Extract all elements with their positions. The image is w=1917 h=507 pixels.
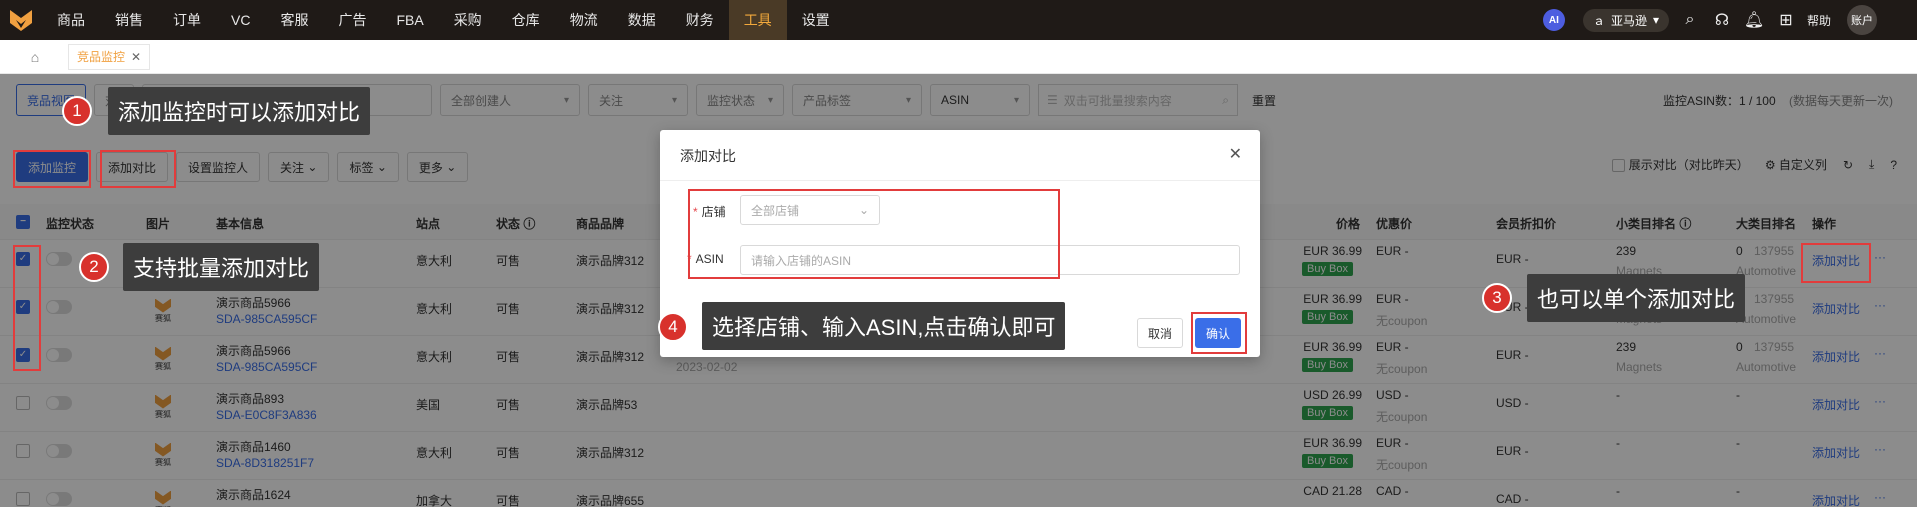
- step-number-2: 2: [79, 252, 109, 282]
- nav-item-13[interactable]: 设置: [787, 0, 845, 40]
- app-logo[interactable]: [0, 0, 42, 40]
- callout-1: 添加监控时可以添加对比: [108, 87, 371, 135]
- home-icon[interactable]: ⌂: [18, 40, 52, 74]
- highlight-checkboxes: [13, 245, 41, 371]
- highlight-dialog-form: [688, 189, 1060, 279]
- cancel-button[interactable]: 取消: [1137, 318, 1183, 348]
- nav-item-12[interactable]: 工具: [728, 0, 787, 40]
- fox-logo-icon: [10, 10, 32, 31]
- apps-grid-icon[interactable]: ⊞: [1775, 10, 1797, 30]
- highlight-add-monitor: [13, 150, 91, 188]
- step-number-3: 3: [1482, 283, 1512, 313]
- chevron-down-icon: ▾: [1652, 13, 1659, 27]
- bell-icon[interactable]: 🔔︎: [1743, 10, 1765, 30]
- callout-2: 支持批量添加对比: [123, 243, 320, 291]
- nav-item-3[interactable]: VC: [216, 0, 265, 40]
- search-icon[interactable]: ⌕: [1679, 11, 1701, 29]
- tab-bar: ⌂ 竞品监控 ✕: [0, 40, 1917, 74]
- account-avatar[interactable]: 账户: [1847, 5, 1877, 35]
- nav-item-0[interactable]: 商品: [42, 0, 100, 40]
- nav-item-9[interactable]: 物流: [555, 0, 613, 40]
- ai-button[interactable]: AI: [1542, 9, 1565, 31]
- step-number-1: 1: [62, 96, 92, 126]
- marketplace-label: 亚马逊: [1610, 13, 1647, 28]
- nav-item-2[interactable]: 订单: [158, 0, 216, 40]
- nav-item-10[interactable]: 数据: [613, 0, 671, 40]
- nav-item-11[interactable]: 财务: [671, 0, 729, 40]
- help-link[interactable]: 帮助: [1807, 12, 1831, 29]
- tab-label: 竞品监控: [77, 50, 126, 64]
- nav-item-8[interactable]: 仓库: [497, 0, 555, 40]
- step-number-4: 4: [658, 312, 688, 342]
- nav-item-1[interactable]: 销售: [100, 0, 158, 40]
- nav-item-6[interactable]: FBA: [381, 0, 438, 40]
- top-right-tools: AI ａ 亚马逊 ▾ ⌕ ☊ 🔔︎ ⊞ 帮助 账户: [1542, 0, 1877, 40]
- close-icon[interactable]: ✕: [131, 50, 141, 64]
- callout-3: 也可以单个添加对比: [1527, 274, 1746, 322]
- nav-item-5[interactable]: 广告: [323, 0, 381, 40]
- highlight-row-add-compare: [1801, 243, 1871, 283]
- amazon-icon: ａ: [1592, 13, 1605, 28]
- nav-item-7[interactable]: 采购: [439, 0, 497, 40]
- close-icon[interactable]: ✕: [1229, 144, 1242, 164]
- dialog-title: 添加对比: [680, 148, 736, 164]
- tab-competitor-monitor[interactable]: 竞品监控 ✕: [68, 43, 151, 70]
- main-menu: 商品 销售 订单 VC 客服 广告 FBA 采购 仓库 物流 数据 财务 工具 设置: [42, 0, 845, 40]
- highlight-add-compare: [100, 150, 176, 188]
- nav-item-4[interactable]: 客服: [265, 0, 323, 40]
- highlight-confirm: [1191, 312, 1247, 354]
- marketplace-select[interactable]: ａ 亚马逊 ▾: [1582, 8, 1669, 32]
- top-navbar: 商品 销售 订单 VC 客服 广告 FBA 采购 仓库 物流 数据 财务 工具 设置 AI ａ 亚马逊 ▾…: [0, 0, 1917, 40]
- headset-icon[interactable]: ☊: [1711, 10, 1733, 30]
- dialog-divider: [660, 180, 1260, 181]
- callout-4: 选择店铺、输入ASIN,点击确认即可: [702, 302, 1066, 350]
